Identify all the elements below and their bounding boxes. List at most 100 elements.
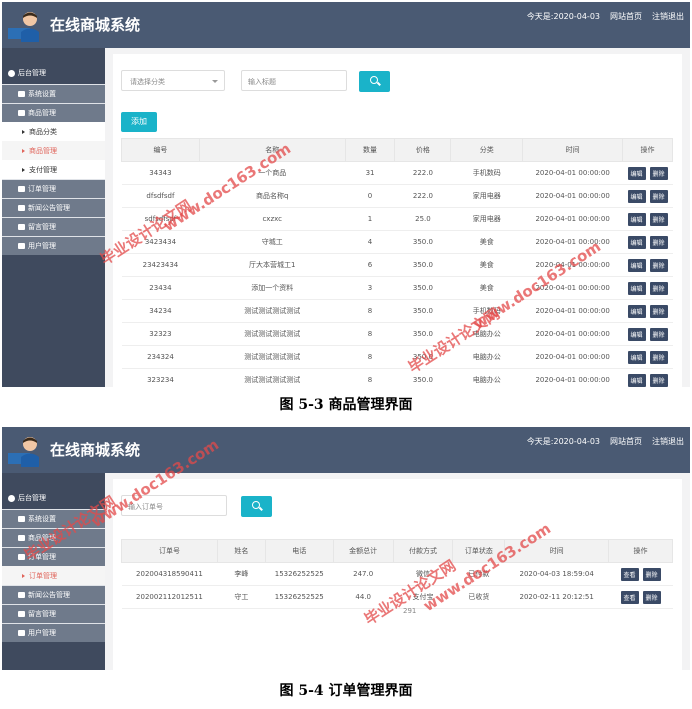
sidebar-item[interactable]: 用户管理 xyxy=(2,623,105,642)
user-avatar-icon xyxy=(8,12,39,42)
delete-button[interactable]: 删除 xyxy=(642,590,661,604)
actions-cell: 编辑 删除 xyxy=(622,276,673,300)
top-header: 在线商城系统 今天是:2020-04-03 网站首页 注销退出 xyxy=(2,427,690,473)
table-cell: 2020-02-11 20:12:51 xyxy=(504,585,609,609)
actions-cell: 编辑 删除 xyxy=(622,345,673,369)
edit-button[interactable]: 编辑 xyxy=(627,212,646,226)
edit-button[interactable]: 编辑 xyxy=(627,258,646,272)
title-input[interactable]: 输入标题 xyxy=(241,70,347,91)
table-cell: 微信 xyxy=(393,562,453,586)
category-select[interactable]: 请选择分类 xyxy=(121,70,225,91)
sidebar-item[interactable]: 新闻公告管理 xyxy=(2,198,105,217)
actions-cell: 编辑 删除 xyxy=(622,161,673,185)
table-cell: 美食 xyxy=(450,253,523,277)
edit-button[interactable]: 编辑 xyxy=(627,166,646,180)
table-cell: 支付宝 xyxy=(393,585,453,609)
table-cell: 测试测试测试测试 xyxy=(199,368,346,387)
menu-icon xyxy=(18,186,25,192)
sidebar-item[interactable]: 订单管理 xyxy=(2,179,105,198)
table-cell: 32323 xyxy=(121,322,200,346)
column-header: 电话 xyxy=(264,539,334,563)
search-button[interactable] xyxy=(359,71,390,92)
sidebar-root[interactable]: 后台管理 xyxy=(2,62,105,84)
sidebar-item[interactable]: 留言管理 xyxy=(2,217,105,236)
edit-button[interactable]: 编辑 xyxy=(627,235,646,249)
edit-button[interactable]: 编辑 xyxy=(627,350,646,364)
table-cell: 美食 xyxy=(450,276,523,300)
system-title: 在线商城系统 xyxy=(50,16,141,34)
delete-button[interactable]: 删除 xyxy=(649,189,668,203)
menu-icon xyxy=(18,91,25,97)
delete-button[interactable]: 删除 xyxy=(649,166,668,180)
edit-button[interactable]: 编辑 xyxy=(627,327,646,341)
edit-button[interactable]: 编辑 xyxy=(627,373,646,387)
column-header: 数量 xyxy=(344,138,396,162)
add-button[interactable]: 添加 xyxy=(121,112,157,132)
sidebar-item[interactable]: 商品管理 xyxy=(2,528,105,547)
footer-number: 291 xyxy=(403,607,417,615)
order-number-input[interactable]: 输入订单号 xyxy=(121,495,227,516)
delete-button[interactable]: 删除 xyxy=(649,327,668,341)
delete-button[interactable]: 删除 xyxy=(649,373,668,387)
table-cell: 2020-04-01 00:00:00 xyxy=(522,253,623,277)
delete-button[interactable]: 删除 xyxy=(649,304,668,318)
sidebar-subitem[interactable]: 商品分类 xyxy=(2,122,105,141)
table-cell: 6 xyxy=(345,253,395,277)
caret-right-icon xyxy=(22,129,25,134)
sidebar-subitem[interactable]: 商品管理 xyxy=(2,141,105,160)
table-cell: 34234 xyxy=(121,299,200,323)
table-cell: 2020-04-01 00:00:00 xyxy=(522,276,623,300)
sidebar-item[interactable]: 用户管理 xyxy=(2,236,105,255)
sidebar-root[interactable]: 后台管理 xyxy=(2,487,105,509)
table-cell: 350.0 xyxy=(394,253,451,277)
logout-link[interactable]: 注销退出 xyxy=(652,11,684,22)
column-header: 分类 xyxy=(450,138,524,162)
site-home-link[interactable]: 网站首页 xyxy=(610,11,642,22)
edit-button[interactable]: 编辑 xyxy=(627,189,646,203)
table-cell: 15326252525 xyxy=(265,562,334,586)
view-button[interactable]: 查看 xyxy=(620,590,639,604)
delete-button[interactable]: 删除 xyxy=(649,212,668,226)
view-button[interactable]: 查看 xyxy=(620,567,639,581)
delete-button[interactable]: 删除 xyxy=(642,567,661,581)
delete-button[interactable]: 删除 xyxy=(649,350,668,364)
column-header: 时间 xyxy=(522,138,624,162)
table-cell: 一个商品 xyxy=(199,161,346,185)
column-header: 订单状态 xyxy=(452,539,506,563)
screenshot-order-management: 在线商城系统 今天是:2020-04-03 网站首页 注销退出 后台管理 系统设… xyxy=(2,427,690,670)
table-cell: 2020-04-01 00:00:00 xyxy=(522,299,623,323)
sidebar-subitem[interactable]: 订单管理 xyxy=(2,566,105,585)
table-cell: 美食 xyxy=(450,230,523,254)
table-row: 202002112012511 守工 15326252525 44.0 支付宝 已收货 20… xyxy=(121,585,673,609)
actions-cell: 编辑 删除 xyxy=(622,322,673,346)
delete-button[interactable]: 删除 xyxy=(649,235,668,249)
sidebar-item[interactable]: 系统设置 xyxy=(2,509,105,528)
sidebar-subitem[interactable]: 支付管理 xyxy=(2,160,105,179)
site-home-link[interactable]: 网站首页 xyxy=(610,436,642,447)
column-header: 订单号 xyxy=(121,539,218,563)
sidebar-item[interactable]: 留言管理 xyxy=(2,604,105,623)
sidebar-item[interactable]: 新闻公告管理 xyxy=(2,585,105,604)
top-header: 在线商城系统 今天是:2020-04-03 网站首页 注销退出 xyxy=(2,2,690,48)
table-cell: 测试测试测试测试 xyxy=(199,322,346,346)
delete-button[interactable]: 删除 xyxy=(649,258,668,272)
column-header: 操作 xyxy=(622,138,673,162)
sidebar-item[interactable]: 系统设置 xyxy=(2,84,105,103)
table-cell: 350.0 xyxy=(394,368,451,387)
edit-button[interactable]: 编辑 xyxy=(627,281,646,295)
edit-button[interactable]: 编辑 xyxy=(627,304,646,318)
column-header: 操作 xyxy=(608,539,673,563)
sidebar-item[interactable]: 订单管理 xyxy=(2,547,105,566)
table-cell: 守城工 xyxy=(199,230,346,254)
table-cell: 350.0 xyxy=(394,230,451,254)
sidebar-menu: 系统设置 商品管理 订单管理 订单管理 新闻公告管理 留言管理 用户管理 xyxy=(2,509,105,642)
sidebar-item[interactable]: 商品管理 xyxy=(2,103,105,122)
logout-link[interactable]: 注销退出 xyxy=(652,436,684,447)
menu-icon xyxy=(18,205,25,211)
delete-button[interactable]: 删除 xyxy=(649,281,668,295)
table-row: 23423434 厅大本营城工1 6 350.0 美食 2020-04-01 00:00:… xyxy=(121,253,673,277)
search-button[interactable] xyxy=(241,496,272,517)
table-row: 202004318590411 李峰 15326252525 247.0 微信 已付款 20… xyxy=(121,562,673,586)
table-row: 32323 测试测试测试测试 8 350.0 电脑办公 2020-04-01 00:00:… xyxy=(121,322,673,346)
menu-icon xyxy=(18,535,25,541)
